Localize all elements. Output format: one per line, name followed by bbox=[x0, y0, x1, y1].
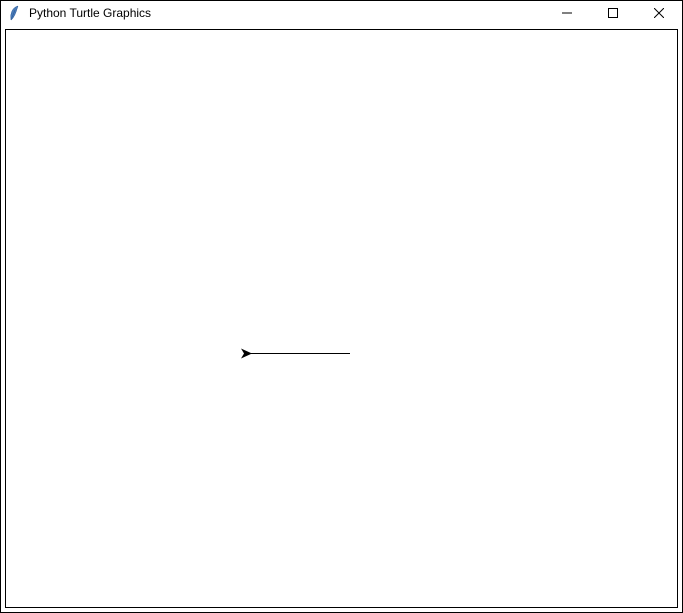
window-controls bbox=[544, 1, 682, 25]
app-window: Python Turtle Graphics bbox=[0, 0, 683, 613]
app-icon bbox=[7, 5, 23, 21]
turtle-canvas[interactable] bbox=[6, 30, 677, 607]
window-title: Python Turtle Graphics bbox=[29, 6, 544, 20]
close-button[interactable] bbox=[636, 1, 682, 25]
canvas-border bbox=[5, 29, 678, 608]
maximize-button[interactable] bbox=[590, 1, 636, 25]
close-icon bbox=[654, 8, 664, 18]
canvas-container bbox=[1, 25, 682, 612]
titlebar[interactable]: Python Turtle Graphics bbox=[1, 1, 682, 25]
maximize-icon bbox=[608, 8, 618, 18]
minimize-button[interactable] bbox=[544, 1, 590, 25]
turtle-cursor bbox=[241, 349, 252, 359]
feather-icon bbox=[8, 5, 22, 21]
minimize-icon bbox=[562, 8, 572, 18]
